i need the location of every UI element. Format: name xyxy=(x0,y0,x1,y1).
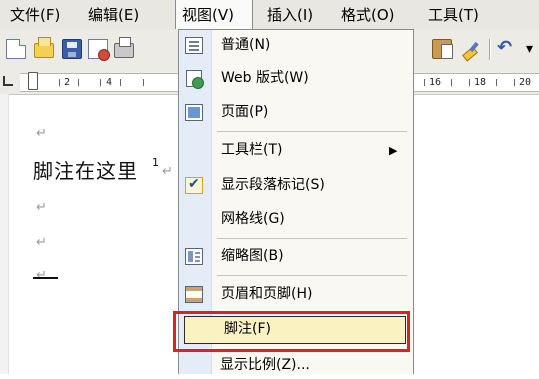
menu-item-label: Web 版式(W) xyxy=(221,70,309,86)
ruler-tick xyxy=(100,79,101,86)
menu-bar: 文件(F) 编辑(E) 视图(V) 插入(I) 格式(O) 工具(T) xyxy=(0,0,539,31)
menu-item-page-layout[interactable]: 页面(P) xyxy=(179,99,413,126)
menu-view[interactable]: 视图(V) xyxy=(175,0,253,29)
ruler-number: 20 xyxy=(519,77,532,88)
paragraph-mark: ↵ xyxy=(36,200,47,215)
menu-separator xyxy=(217,238,407,239)
ruler-number: 16 xyxy=(429,77,442,88)
menu-item-label: 页面(P) xyxy=(221,104,269,120)
left-dock-strip xyxy=(0,94,9,374)
menu-format[interactable]: 格式(O) xyxy=(341,0,395,30)
menu-tools[interactable]: 工具(T) xyxy=(428,0,479,30)
undo-icon[interactable]: ↶ xyxy=(497,38,512,58)
thumbnails-icon xyxy=(185,248,203,265)
page-layout-icon xyxy=(185,104,203,121)
ruler-number: 4 xyxy=(106,77,113,88)
permission-icon[interactable] xyxy=(88,39,110,61)
ruler-number: 18 xyxy=(474,77,487,88)
footnote-separator-line xyxy=(33,277,58,279)
tab-stop-selector-icon[interactable] xyxy=(3,76,13,86)
indent-marker-icon[interactable] xyxy=(28,72,38,90)
submenu-arrow-icon: ▶ xyxy=(389,144,398,157)
overflow-icon[interactable]: ▾ xyxy=(526,39,533,59)
ruler-tick xyxy=(469,79,470,86)
paragraph-mark: ↵ xyxy=(36,268,47,283)
checkmark-icon xyxy=(185,176,203,194)
new-document-icon[interactable] xyxy=(6,39,26,59)
menu-item-label: 显示段落标记(S) xyxy=(221,177,325,193)
toolbar-separator xyxy=(489,39,491,60)
menu-item-show-paragraph-marks[interactable]: 显示段落标记(S) xyxy=(179,172,413,199)
header-footer-icon xyxy=(185,286,203,303)
menu-file[interactable]: 文件(F) xyxy=(10,0,60,30)
ruler-tick xyxy=(496,79,497,86)
print-icon[interactable] xyxy=(114,37,134,58)
paste-icon[interactable] xyxy=(432,39,453,59)
ruler-tick xyxy=(451,79,452,86)
annotation-highlight-frame xyxy=(173,311,410,352)
ruler-tick xyxy=(78,79,79,86)
document-body-text[interactable]: 脚注在这里 xyxy=(33,155,138,184)
menu-item-toolbars[interactable]: 工具栏(T) ▶ xyxy=(179,137,413,164)
menu-item-label: 普通(N) xyxy=(221,37,271,53)
menu-item-label: 网格线(G) xyxy=(221,211,285,227)
ruler-tick xyxy=(120,79,121,86)
normal-view-icon xyxy=(185,37,203,54)
web-layout-icon xyxy=(185,70,204,89)
ruler-tick xyxy=(59,79,60,86)
menu-item-label: 页眉和页脚(H) xyxy=(221,286,313,302)
ruler-tick xyxy=(143,79,144,86)
menu-item-gridlines[interactable]: 网格线(G) xyxy=(179,206,413,233)
footnote-reference[interactable]: 1 xyxy=(152,156,159,169)
menu-item-normal[interactable]: 普通(N) xyxy=(179,32,413,59)
ruler-tick xyxy=(424,79,425,86)
menu-edit[interactable]: 编辑(E) xyxy=(88,0,139,30)
open-folder-icon[interactable] xyxy=(34,37,54,58)
menu-item-header-footer[interactable]: 页眉和页脚(H) xyxy=(179,281,413,308)
menu-item-label: 缩略图(B) xyxy=(221,248,284,264)
menu-item-label: 工具栏(T) xyxy=(221,142,283,158)
menu-insert[interactable]: 插入(I) xyxy=(267,0,313,30)
menu-item-thumbnails[interactable]: 缩略图(B) xyxy=(179,243,413,270)
ruler-tick xyxy=(514,79,515,86)
paragraph-mark: ↵ xyxy=(36,235,47,250)
menu-separator xyxy=(217,275,407,276)
ruler-number: 2 xyxy=(64,77,71,88)
menu-separator xyxy=(217,131,407,132)
format-painter-icon[interactable] xyxy=(461,40,483,58)
paragraph-mark: ↵ xyxy=(162,164,173,179)
menu-item-web-layout[interactable]: Web 版式(W) xyxy=(179,65,413,92)
save-disk-icon[interactable] xyxy=(62,39,82,59)
menu-item-zoom[interactable]: 显示比例(Z)... xyxy=(220,352,310,379)
paragraph-mark: ↵ xyxy=(36,126,47,141)
